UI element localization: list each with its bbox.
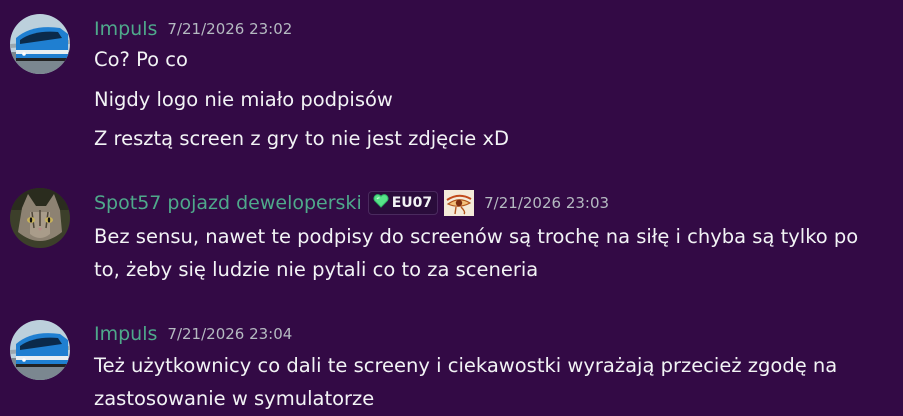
message-text: Z resztą screen z gry to nie jest zdjęci… (94, 127, 510, 150)
message-text: Nigdy logo nie miało podpisów (94, 88, 393, 111)
message-text: Też użytkownicy co dali te screeny i cie… (94, 354, 838, 377)
username[interactable]: Impuls (94, 18, 157, 40)
train-avatar-icon[interactable] (10, 14, 70, 74)
server-tag-label: EU07 (391, 195, 433, 211)
timestamp[interactable]: 7/21/2026 23:03 (484, 194, 609, 212)
train-avatar-icon[interactable] (10, 320, 70, 380)
eye-of-horus-icon[interactable] (444, 190, 475, 216)
green-heart-icon (373, 194, 389, 212)
message-text: to, żeby się ludzie nie pytali co to za … (94, 258, 539, 281)
message-text: Co? Po co (94, 48, 188, 71)
server-tag-badge[interactable]: EU07 (367, 191, 439, 215)
cat-avatar-icon[interactable] (10, 188, 70, 248)
username[interactable]: Spot57 pojazd deweloperski (94, 192, 362, 214)
timestamp[interactable]: 7/21/2026 23:04 (167, 325, 292, 343)
message-text: Bez sensu, nawet te podpisy do screenów … (94, 225, 859, 248)
timestamp[interactable]: 7/21/2026 23:02 (167, 20, 292, 38)
username[interactable]: Impuls (94, 323, 157, 345)
message-text: zastosowanie w symulatorze (94, 387, 375, 410)
